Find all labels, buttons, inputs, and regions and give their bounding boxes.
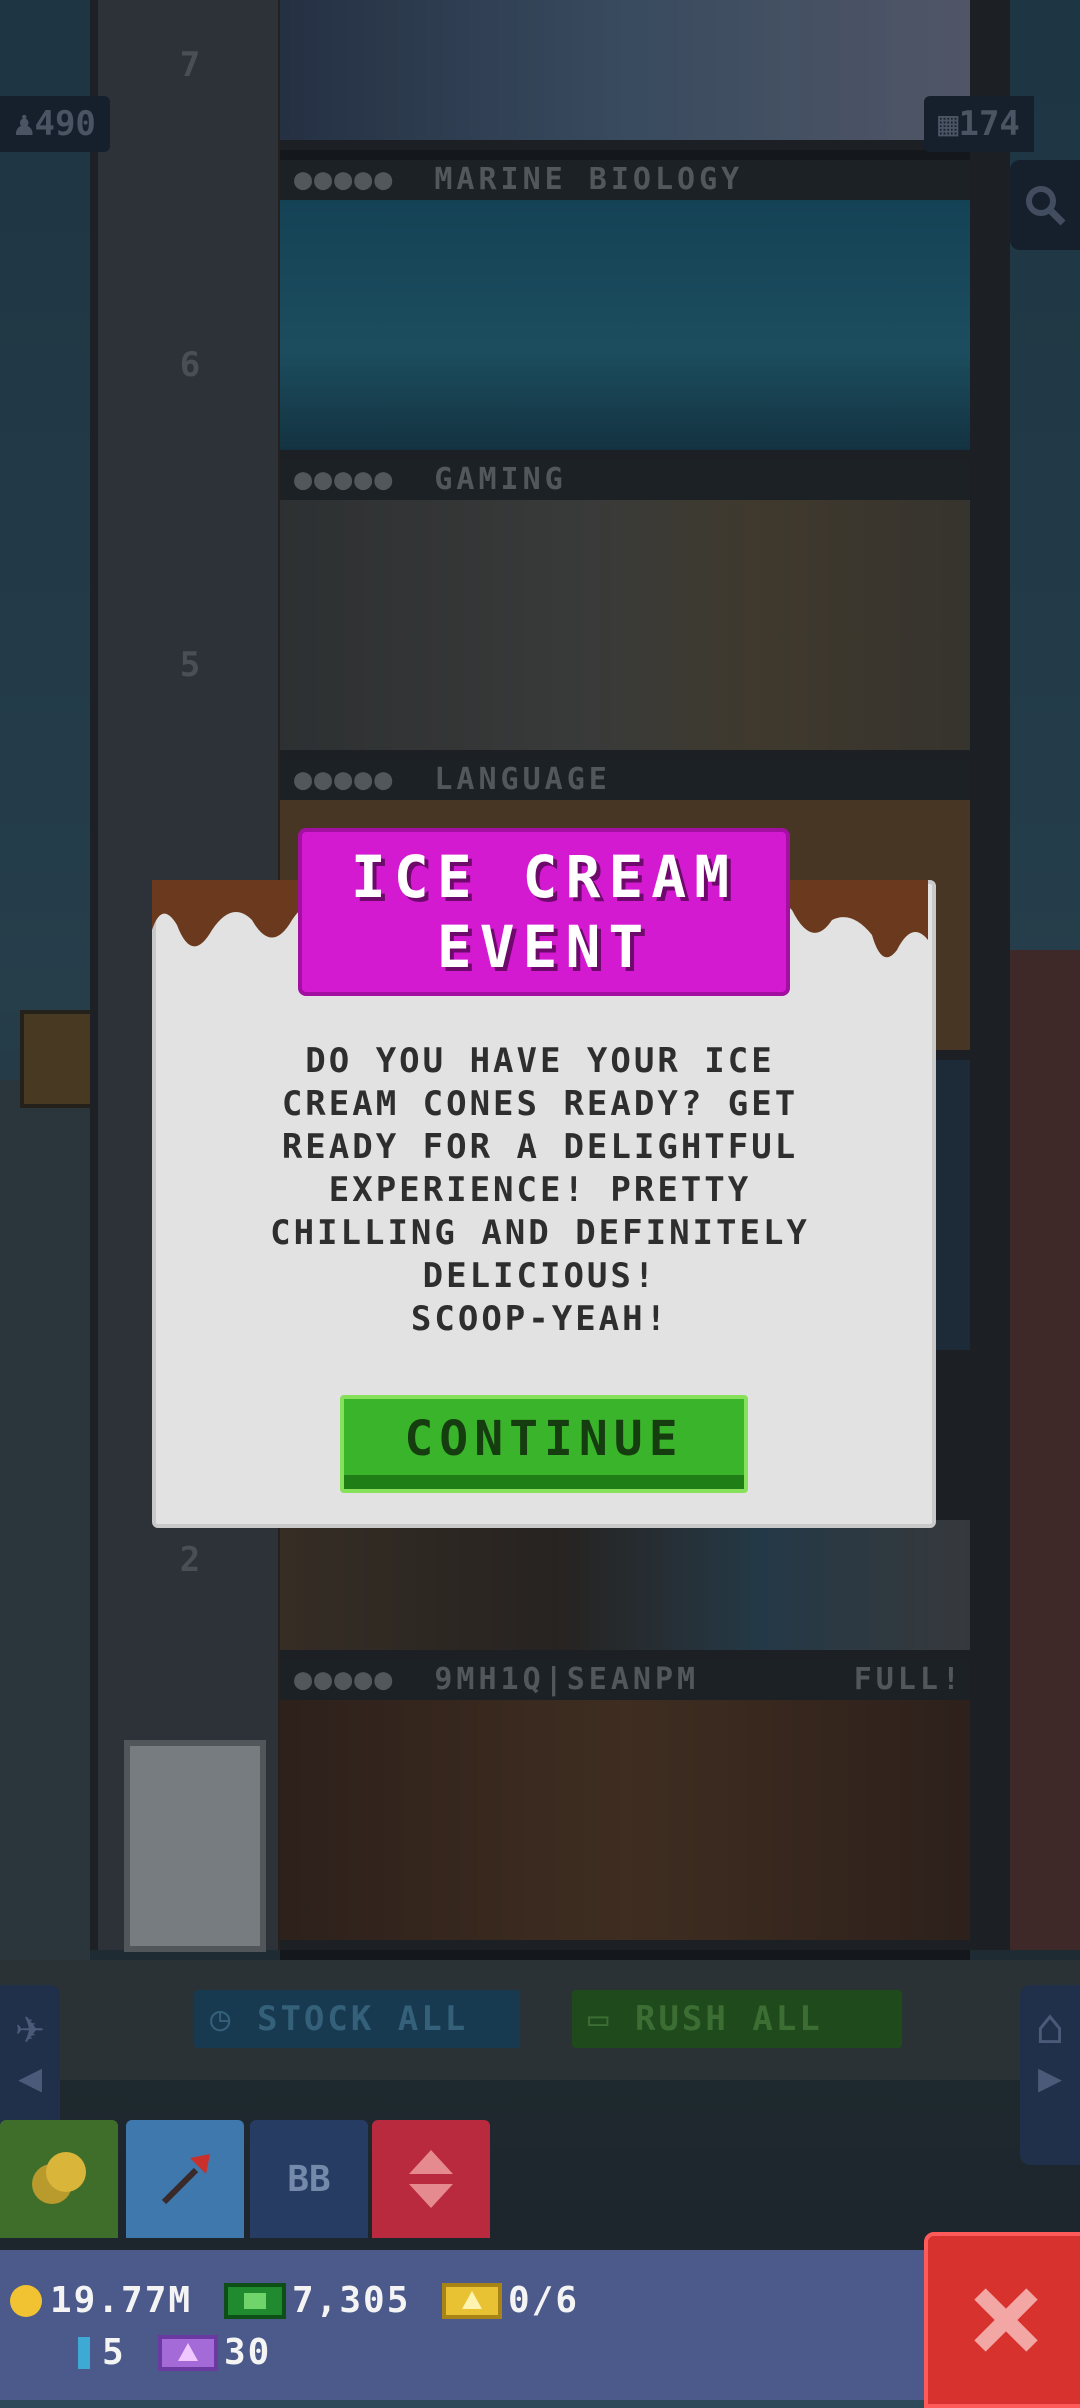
coins-stat: 19.77M <box>8 2278 192 2324</box>
keys-stat: 5 <box>72 2330 126 2376</box>
tickets-stat: 0/6 <box>442 2278 579 2324</box>
event-title-banner: ICE CREAM EVENT <box>298 828 790 996</box>
bux-stat: 7,305 <box>224 2278 410 2324</box>
nav-right-button[interactable]: ⌂ ▶ <box>1020 1985 1080 2165</box>
airplane-icon: ✈ <box>15 1999 45 2055</box>
action-bar <box>0 1960 1080 2080</box>
rush-all-button[interactable]: ▭ RUSH ALL <box>572 1990 902 2048</box>
vip-stat: 30 <box>158 2330 271 2376</box>
coin-icon <box>10 2285 42 2317</box>
close-icon <box>974 2288 1038 2352</box>
currency-bar <box>0 2250 930 2400</box>
vip-ticket-icon <box>158 2335 218 2371</box>
home-icon: ⌂ <box>1035 1999 1065 2055</box>
elevator-arrows-icon <box>409 2150 453 2208</box>
event-title: ICE CREAM EVENT <box>350 843 738 981</box>
golden-ticket-icon <box>442 2283 502 2319</box>
continue-button[interactable]: CONTINUE <box>340 1395 748 1493</box>
collect-coins-tab[interactable] <box>0 2120 118 2238</box>
map-pin-tab[interactable] <box>126 2120 244 2238</box>
event-message: DO YOU HAVE YOUR ICE CREAM CONES READY? … <box>270 1041 810 1339</box>
bitbook-tab[interactable]: BB <box>250 2120 368 2238</box>
elevator-tab[interactable] <box>372 2120 490 2238</box>
coins-icon <box>32 2152 86 2204</box>
stock-all-button[interactable]: ◷ STOCK ALL <box>194 1990 520 2048</box>
bux-icon: ▭ <box>588 1999 612 2039</box>
bux-icon <box>224 2283 286 2319</box>
key-icon <box>78 2337 90 2369</box>
arrow-right-icon: ▶ <box>1037 2055 1063 2101</box>
close-button[interactable] <box>924 2232 1080 2408</box>
clock-icon: ◷ <box>210 1999 234 2039</box>
arrow-left-icon: ◀ <box>17 2055 43 2101</box>
pin-icon <box>161 2154 210 2205</box>
